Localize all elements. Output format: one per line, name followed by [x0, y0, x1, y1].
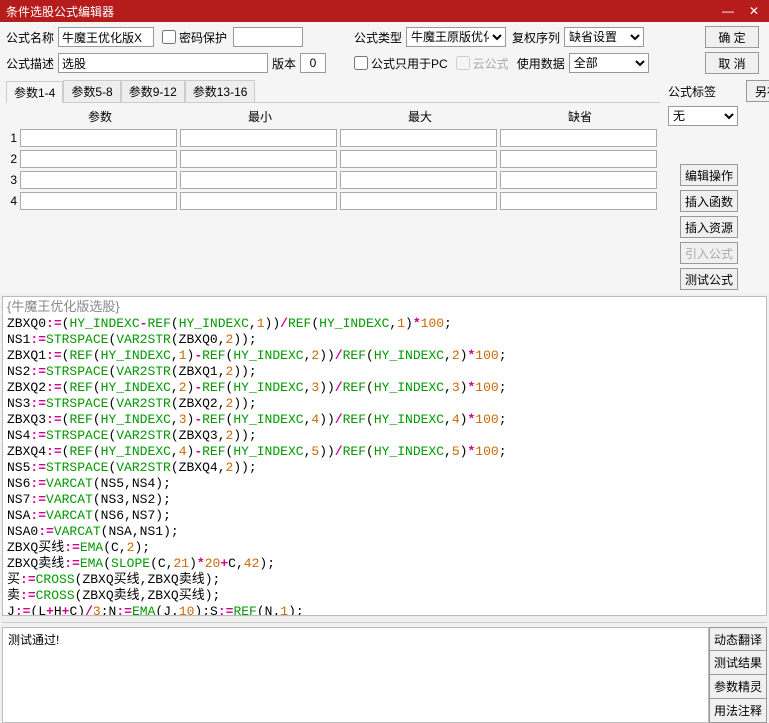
param-header: 最大 — [340, 107, 500, 126]
param-cell[interactable] — [340, 129, 497, 147]
param-tab-3[interactable]: 参数13-16 — [185, 80, 256, 102]
pconly-checkbox[interactable] — [354, 56, 368, 70]
param-row: 2 — [6, 150, 660, 168]
param-cell[interactable] — [180, 171, 337, 189]
minimize-icon[interactable]: — — [715, 1, 741, 21]
param-header: 缺省 — [500, 107, 660, 126]
usedata-select[interactable]: 全部 — [569, 53, 649, 73]
usage-button[interactable]: 用法注释 — [709, 699, 767, 723]
param-row-num: 1 — [6, 131, 20, 145]
window-title: 条件选股公式编辑器 — [6, 3, 715, 20]
seq-select[interactable]: 缺省设置 — [564, 27, 644, 47]
param-row: 4 — [6, 192, 660, 210]
code-editor[interactable]: {牛魔王优化版选股} ZBXQ0:=(HY_INDEXC-REF(HY_INDE… — [2, 296, 767, 616]
message-area: 测试通过! — [2, 627, 709, 723]
code-title: {牛魔王优化版选股} — [7, 299, 120, 314]
param-cell[interactable] — [340, 150, 497, 168]
param-cell[interactable] — [500, 129, 657, 147]
paramwiz-button[interactable]: 参数精灵 — [709, 675, 767, 699]
name-input[interactable] — [58, 27, 154, 47]
import-button[interactable]: 引入公式 — [680, 242, 738, 264]
pwd-input[interactable] — [233, 27, 303, 47]
insfunc-button[interactable]: 插入函数 — [680, 190, 738, 212]
param-header: 最小 — [180, 107, 340, 126]
usedata-label: 使用数据 — [517, 55, 569, 72]
type-select[interactable]: 牛魔王原版优化 — [406, 27, 506, 47]
cloud-label: 云公式 — [473, 55, 509, 72]
ver-label: 版本 — [272, 55, 296, 72]
param-tab-0[interactable]: 参数1-4 — [6, 81, 63, 103]
param-cell[interactable] — [500, 171, 657, 189]
desc-input[interactable] — [58, 53, 268, 73]
titlebar[interactable]: 条件选股公式编辑器 — ✕ — [0, 0, 769, 22]
param-cell[interactable] — [180, 192, 337, 210]
param-tabs: 参数1-4参数5-8参数9-12参数13-16 — [6, 80, 660, 103]
param-tab-1[interactable]: 参数5-8 — [63, 80, 120, 102]
param-cell[interactable] — [180, 129, 337, 147]
param-cell[interactable] — [20, 150, 177, 168]
seq-label: 复权序列 — [512, 29, 564, 46]
pwd-label: 密码保护 — [179, 29, 227, 46]
param-tab-2[interactable]: 参数9-12 — [121, 80, 185, 102]
result-button[interactable]: 测试结果 — [709, 651, 767, 675]
name-label: 公式名称 — [6, 29, 58, 46]
type-label: 公式类型 — [354, 29, 406, 46]
param-cell[interactable] — [340, 192, 497, 210]
dyn-button[interactable]: 动态翻译 — [709, 627, 767, 651]
pconly-label: 公式只用于PC — [371, 55, 448, 72]
param-cell[interactable] — [20, 129, 177, 147]
tag-select[interactable]: 无 — [668, 106, 738, 126]
close-icon[interactable]: ✕ — [741, 1, 767, 21]
param-row-num: 4 — [6, 194, 20, 208]
param-row: 1 — [6, 129, 660, 147]
saveas-button[interactable]: 另存为 — [746, 80, 769, 102]
tag-label: 公式标签 — [668, 83, 720, 100]
param-cell[interactable] — [20, 171, 177, 189]
editop-button[interactable]: 编辑操作 — [680, 164, 738, 186]
cancel-button[interactable]: 取 消 — [705, 52, 759, 74]
ok-button[interactable]: 确 定 — [705, 26, 759, 48]
test-button[interactable]: 测试公式 — [680, 268, 738, 290]
pwd-checkbox[interactable] — [162, 30, 176, 44]
insres-button[interactable]: 插入资源 — [680, 216, 738, 238]
param-cell[interactable] — [340, 171, 497, 189]
desc-label: 公式描述 — [6, 55, 58, 72]
param-row-num: 3 — [6, 173, 20, 187]
param-cell[interactable] — [500, 192, 657, 210]
cloud-checkbox — [456, 56, 470, 70]
param-header: 参数 — [20, 107, 180, 126]
param-row-num: 2 — [6, 152, 20, 166]
param-cell[interactable] — [180, 150, 337, 168]
param-cell[interactable] — [20, 192, 177, 210]
ver-input[interactable] — [300, 53, 326, 73]
param-cell[interactable] — [500, 150, 657, 168]
param-row: 3 — [6, 171, 660, 189]
